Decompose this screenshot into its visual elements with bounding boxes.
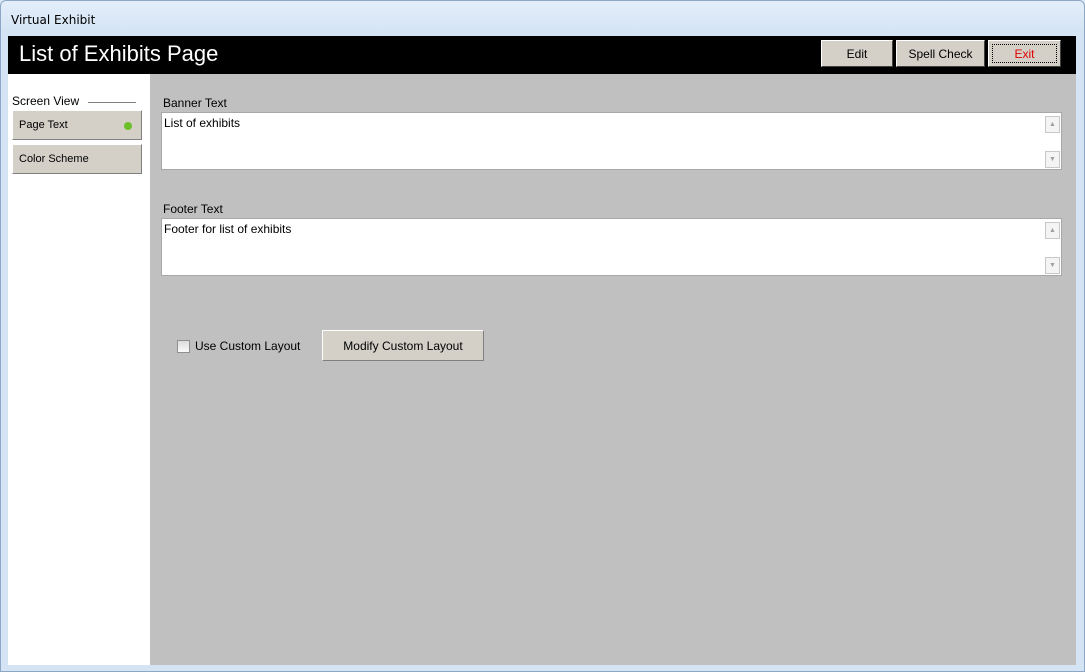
edit-button[interactable]: Edit	[821, 40, 893, 67]
selected-indicator-icon	[124, 122, 132, 130]
modify-custom-layout-button[interactable]: Modify Custom Layout	[322, 330, 484, 361]
page-header: List of Exhibits Page Edit Spell Check E…	[8, 36, 1076, 74]
scroll-up-arrow-icon[interactable]: ▲	[1045, 116, 1060, 133]
window-titlebar[interactable]: Virtual Exhibit	[1, 1, 1084, 36]
sidebar: Screen View Page Text Color Scheme	[8, 74, 150, 665]
sidebar-item-color-scheme[interactable]: Color Scheme	[12, 144, 142, 174]
scroll-down-arrow-icon[interactable]: ▼	[1045, 257, 1060, 274]
footer-scrollbar[interactable]: ▲ ▼	[1044, 219, 1061, 275]
banner-text-label: Banner Text	[163, 96, 227, 110]
footer-text-value: Footer for list of exhibits	[164, 222, 292, 236]
use-custom-layout-checkbox[interactable]	[177, 340, 190, 353]
client-area: List of Exhibits Page Edit Spell Check E…	[8, 36, 1076, 665]
window-title: Virtual Exhibit	[11, 13, 96, 27]
scroll-down-arrow-icon[interactable]: ▼	[1045, 151, 1060, 168]
scroll-up-arrow-icon[interactable]: ▲	[1045, 222, 1060, 239]
screen-view-divider	[88, 102, 136, 103]
exit-button[interactable]: Exit	[988, 40, 1061, 67]
sidebar-item-page-text[interactable]: Page Text	[12, 110, 142, 140]
banner-text-value: List of exhibits	[164, 116, 241, 130]
sidebar-item-label: Page Text	[19, 119, 68, 131]
spell-check-button[interactable]: Spell Check	[896, 40, 985, 67]
page-title: List of Exhibits Page	[19, 41, 219, 66]
banner-scrollbar[interactable]: ▲ ▼	[1044, 113, 1061, 169]
use-custom-layout-label[interactable]: Use Custom Layout	[195, 339, 300, 353]
screen-view-label: Screen View	[12, 94, 84, 108]
exit-button-label: Exit	[992, 44, 1057, 63]
app-window: Virtual Exhibit List of Exhibits Page Ed…	[0, 0, 1085, 672]
footer-text-field[interactable]: Footer for list of exhibits ▲ ▼	[161, 218, 1062, 276]
sidebar-item-label: Color Scheme	[19, 153, 89, 165]
banner-text-field[interactable]: List of exhibits ▲ ▼	[161, 112, 1062, 170]
footer-text-label: Footer Text	[163, 202, 223, 216]
